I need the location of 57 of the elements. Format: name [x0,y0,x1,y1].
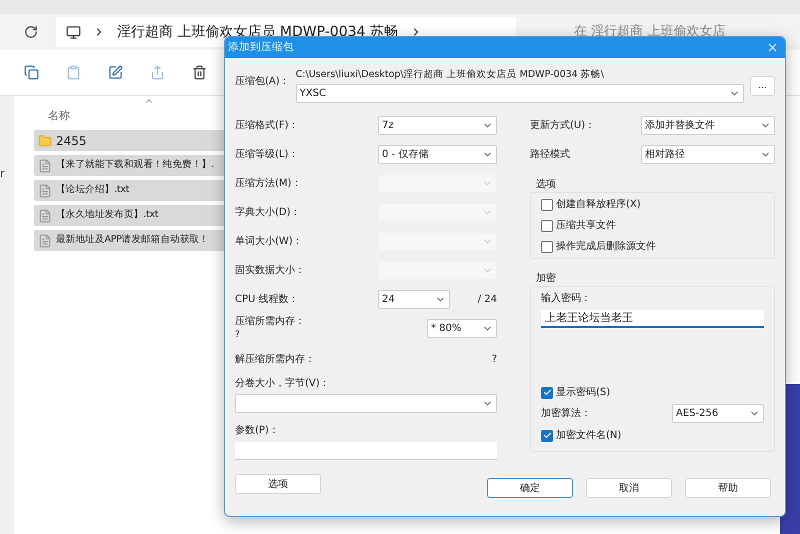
volume-size-field[interactable] [235,394,497,414]
checkbox[interactable] [541,240,553,253]
dropdown[interactable]: AES-256 [672,404,764,424]
checkbox-label[interactable]: 压缩共享文件 [556,218,616,234]
field-label: 固实数据大小： [235,264,305,278]
folder-icon [38,134,52,148]
field-label: 分卷大小，字节(V)： [235,376,331,392]
field-label: 压缩包(A)： [235,74,290,89]
dropdown[interactable]: 7z [378,116,497,136]
dialog-button[interactable]: 取消 [586,478,672,498]
monitor-icon [66,24,81,40]
field-label: 路径模式 [530,148,570,162]
memory-value: ? [235,329,241,342]
checkbox-label[interactable]: 显示密码(S) [556,385,610,400]
dropdown[interactable]: 24 [378,290,450,310]
field-label: 解压缩所需内存： [235,352,315,367]
group-title: 加密 [535,272,557,286]
checkbox-label[interactable]: 操作完成后删除源文件 [556,239,656,254]
checkbox[interactable] [541,386,553,399]
thread-max: / 24 [478,293,497,308]
password-field[interactable]: 上老王论坛当老王 [541,310,764,328]
memory-value: ? [492,352,497,367]
checkbox-label[interactable]: 创建自释放程序(X) [556,197,641,212]
checkbox[interactable] [541,198,553,211]
dialog-button[interactable]: 帮助 [685,478,771,498]
sidebar-text: r [0,167,5,180]
close-icon[interactable] [766,41,779,54]
dropdown[interactable]: * 80% [427,319,497,338]
browse-button[interactable]: ... [750,76,775,96]
field-label: 更新方式(U)： [530,118,596,134]
dropdown[interactable]: 0 - 仅存储 [378,145,497,164]
checkbox-label[interactable]: 加密文件名(N) [556,428,622,444]
delete-icon[interactable] [192,65,207,80]
checkbox[interactable] [541,430,553,442]
file-icon [38,234,52,248]
field-label: CPU 线程数： [235,292,300,308]
file-icon [38,158,52,172]
rename-icon[interactable] [108,65,123,80]
archive-path: C:\Users\liuxi\Desktop\淫行超商 上班偷欢女店员 MDWP-0034 苏畅\ [296,68,605,82]
refresh-icon[interactable] [24,25,38,39]
field-label: 输入密码： [541,292,592,306]
file-icon [38,184,52,198]
copy-icon[interactable] [24,65,39,80]
dropdown[interactable]: 相对路径 [641,145,775,164]
options-button[interactable]: 选项 [235,474,321,494]
share-icon[interactable] [150,65,165,80]
paste-icon[interactable] [66,65,81,80]
parameters-field[interactable] [235,442,497,460]
dialog-button[interactable]: 确定 [487,478,573,498]
field-label: 压缩所需内存： [235,314,305,330]
dropdown[interactable]: 添加并替换文件 [641,116,775,136]
file-icon [38,208,52,222]
archive-name-field[interactable]: YXSC [296,84,744,104]
field-label: 加密算法： [541,406,591,422]
field-label: 参数(P)： [235,424,280,438]
group-title: 选项 [535,178,557,192]
checkbox[interactable] [541,220,553,232]
